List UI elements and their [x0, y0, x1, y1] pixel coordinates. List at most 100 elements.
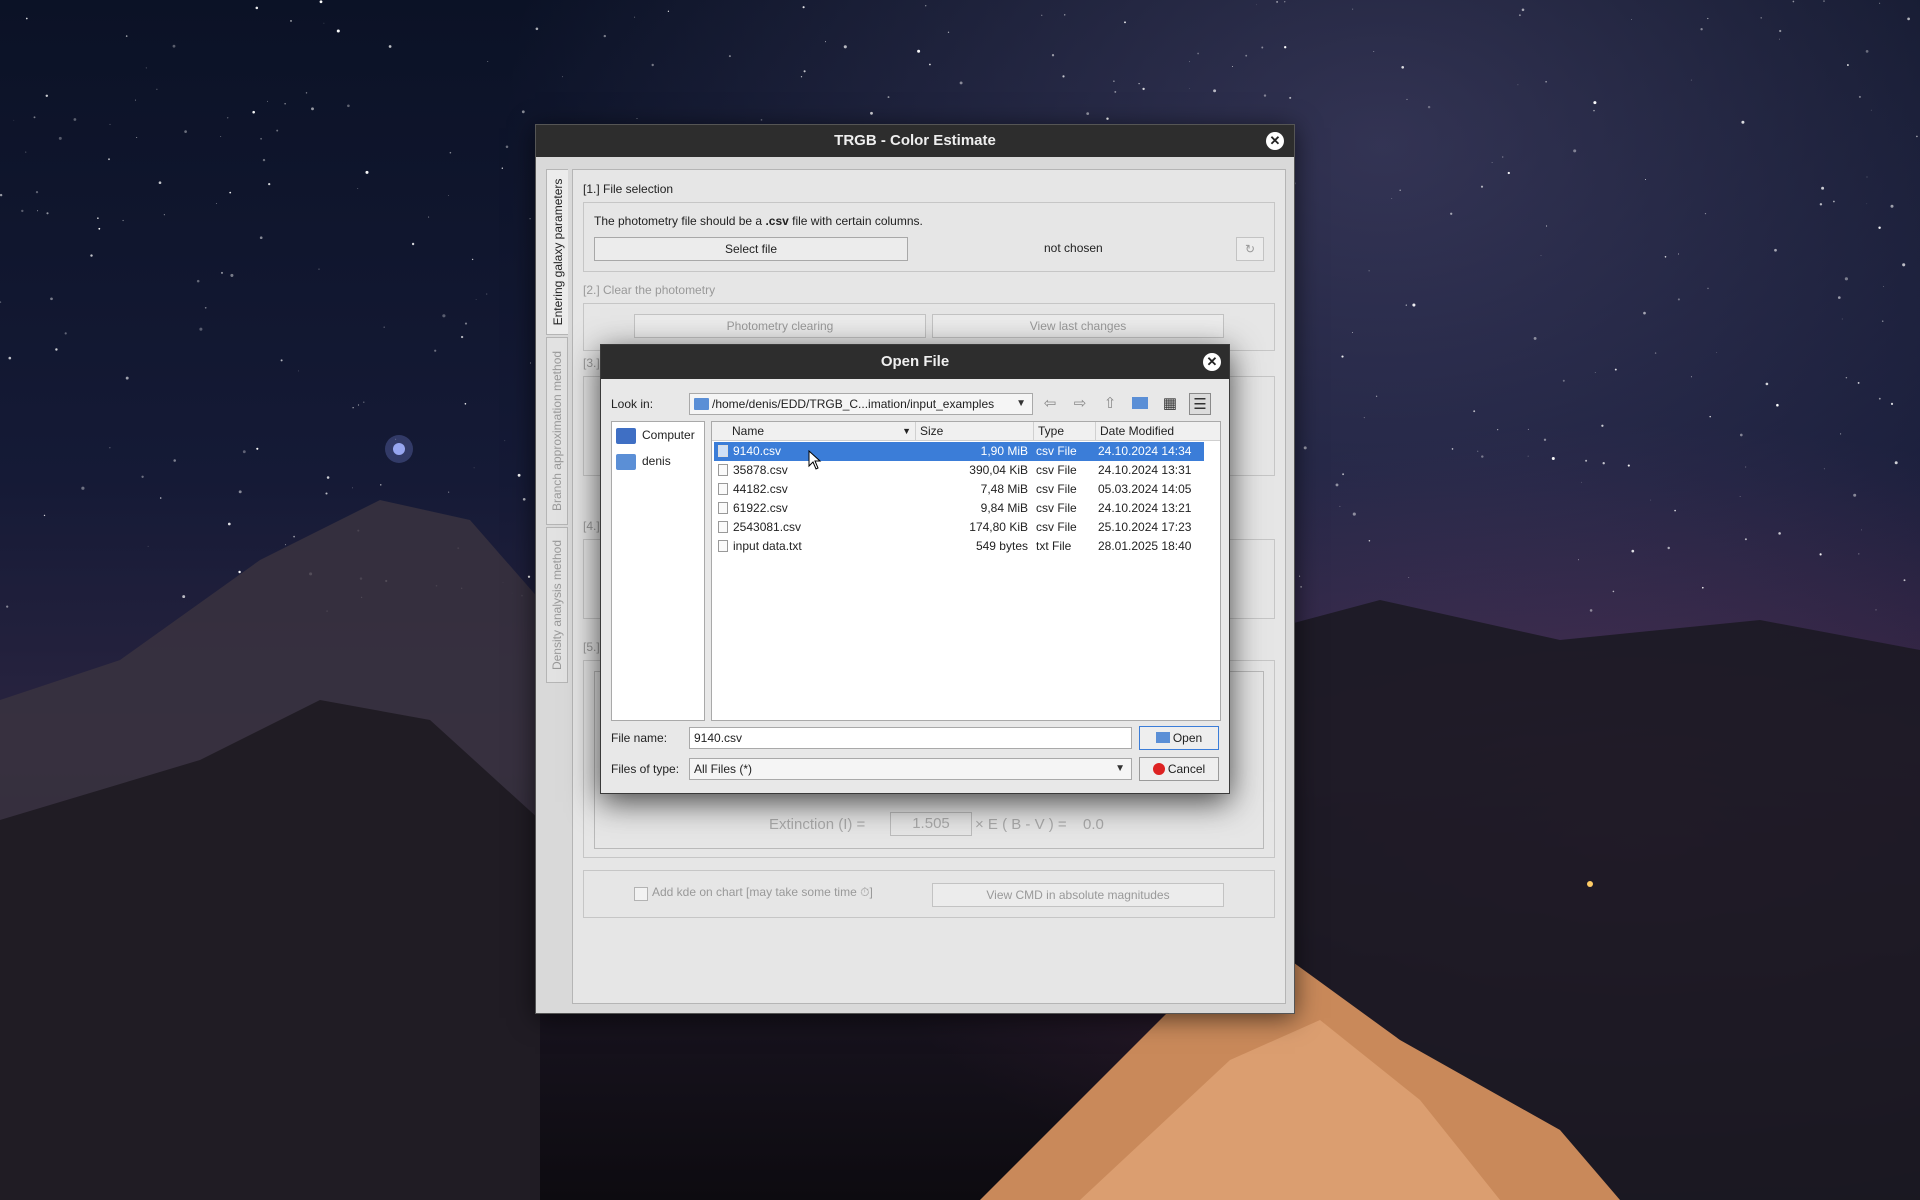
- file-name-cell: 35878.csv: [718, 461, 788, 480]
- mouse-cursor-icon: [808, 450, 822, 470]
- file-list-header: Name ▼ Size Type Date Modified: [712, 422, 1220, 441]
- sidebar-item-denis[interactable]: denis: [616, 450, 671, 472]
- file-icon: [718, 464, 728, 476]
- file-size-cell: 174,80 KiB: [969, 520, 1028, 534]
- file-size-cell: 390,04 KiB: [969, 463, 1028, 477]
- file-name-cell: 61922.csv: [718, 499, 788, 518]
- folder-icon: [616, 453, 636, 470]
- folder-icon: [1155, 732, 1170, 743]
- extinction-label: Extinction (I) =: [769, 816, 866, 833]
- list-view-icon[interactable]: ▦: [1159, 393, 1181, 415]
- file-name-input[interactable]: 9140.csv: [689, 727, 1132, 749]
- file-type-cell: txt File: [1036, 539, 1072, 553]
- file-icon: [718, 502, 728, 514]
- folder-icon: [694, 398, 709, 410]
- extinction-formula: × E ( B - V ) =: [975, 816, 1067, 833]
- kde-checkbox-label: Add kde on chart [may take some time ⏱]: [652, 885, 873, 899]
- file-size-cell: 7,48 MiB: [980, 482, 1028, 496]
- file-selection-group: The photometry file should be a .csv fil…: [583, 202, 1275, 272]
- file-size-cell: 1,90 MiB: [980, 444, 1028, 458]
- main-window-close-button[interactable]: ✕: [1266, 132, 1284, 150]
- look-in-label: Look in:: [611, 397, 654, 411]
- extinction-result: 0.0: [1083, 816, 1104, 833]
- file-row[interactable]: 61922.csv 9,84 MiB csv File 24.10.2024 13:2…: [714, 499, 1204, 518]
- main-window-titlebar: TRGB - Color Estimate ✕: [536, 125, 1294, 157]
- column-header-name[interactable]: Name ▼: [712, 422, 916, 440]
- file-row[interactable]: 2543081.csv 174,80 KiB csv File 25.10.2024 …: [714, 518, 1204, 537]
- file-row[interactable]: 35878.csv 390,04 KiB csv File 24.10.2024 13…: [714, 461, 1204, 480]
- file-name-label: File name:: [611, 731, 668, 745]
- column-header-size[interactable]: Size: [916, 422, 1034, 440]
- view-cmd-button[interactable]: View CMD in absolute magnitudes: [932, 883, 1224, 907]
- file-requirement-text: The photometry file should be a .csv fil…: [594, 214, 923, 228]
- file-name-cell: 44182.csv: [718, 480, 788, 499]
- look-in-combo[interactable]: /home/denis/EDD/TRGB_C...imation/input_e…: [689, 393, 1033, 415]
- section-3-label: [3.]: [583, 356, 600, 370]
- file-date-cell: 24.10.2024 14:34: [1098, 444, 1192, 458]
- file-date-cell: 28.01.2025 18:40: [1098, 539, 1192, 553]
- file-date-cell: 24.10.2024 13:21: [1098, 501, 1192, 515]
- file-date-cell: 05.03.2024 14:05: [1098, 482, 1192, 496]
- select-file-button[interactable]: Select file: [594, 237, 908, 261]
- tab-entering-galaxy-parameters[interactable]: Entering galaxy parameters: [546, 169, 568, 335]
- file-row[interactable]: input data.txt 549 bytes txt File 28.01.202…: [714, 537, 1204, 556]
- open-file-dialog: Open File ✕ Look in: /home/denis/EDD/TRG…: [600, 344, 1230, 794]
- files-of-type-label: Files of type:: [611, 762, 680, 776]
- new-folder-icon[interactable]: [1129, 393, 1151, 415]
- column-header-type[interactable]: Type: [1034, 422, 1096, 440]
- file-date-cell: 24.10.2024 13:31: [1098, 463, 1192, 477]
- look-in-path: /home/denis/EDD/TRGB_C...imation/input_e…: [712, 397, 995, 411]
- section-4-label: [4.]: [583, 519, 600, 533]
- file-list: Name ▼ Size Type Date Modified 9140.csv 1,…: [711, 421, 1221, 721]
- section-5-label: [5.]: [583, 640, 600, 654]
- file-name-cell: input data.txt: [718, 537, 802, 556]
- column-header-date-modified[interactable]: Date Modified: [1096, 422, 1220, 440]
- file-type-cell: csv File: [1036, 520, 1077, 534]
- places-sidebar: Computer denis: [611, 421, 705, 721]
- dialog-titlebar: Open File ✕: [601, 345, 1229, 379]
- file-type-cell: csv File: [1036, 501, 1077, 515]
- back-icon[interactable]: ⇦: [1039, 393, 1061, 415]
- tab-density-analysis-method[interactable]: Density analysis method: [546, 527, 568, 683]
- forward-icon[interactable]: ⇨: [1069, 393, 1091, 415]
- file-type-cell: csv File: [1036, 444, 1077, 458]
- chevron-down-icon: ▼: [1115, 763, 1125, 774]
- view-last-changes-button[interactable]: View last changes: [932, 314, 1224, 338]
- file-row[interactable]: 44182.csv 7,48 MiB csv File 05.03.2024 14:0…: [714, 480, 1204, 499]
- file-icon: [718, 540, 728, 552]
- kde-checkbox[interactable]: [634, 887, 648, 901]
- file-type-cell: csv File: [1036, 482, 1077, 496]
- file-name-cell: 9140.csv: [718, 442, 781, 461]
- cmd-options-group: Add kde on chart [may take some time ⏱] …: [583, 870, 1275, 918]
- file-icon: [718, 483, 728, 495]
- file-size-cell: 9,84 MiB: [980, 501, 1028, 515]
- vertical-tab-bar: Entering galaxy parameters Branch approx…: [546, 169, 568, 959]
- section-1-label: [1.] File selection: [583, 182, 674, 196]
- files-of-type-value: All Files (*): [694, 762, 753, 776]
- tab-branch-approximation-method[interactable]: Branch approximation method: [546, 337, 568, 525]
- dialog-title: Open File: [880, 353, 950, 370]
- open-button[interactable]: Open: [1139, 726, 1219, 750]
- file-date-cell: 25.10.2024 17:23: [1098, 520, 1192, 534]
- photometry-clearing-button[interactable]: Photometry clearing: [634, 314, 926, 338]
- extinction-coefficient-spinbox[interactable]: 1.505: [890, 812, 972, 836]
- file-size-cell: 549 bytes: [975, 539, 1028, 553]
- file-icon: [718, 445, 728, 457]
- main-window-title: TRGB - Color Estimate: [834, 132, 996, 149]
- section-2-label: [2.] Clear the photometry: [583, 283, 716, 297]
- sort-indicator-icon: ▼: [902, 426, 911, 436]
- refresh-icon[interactable]: ↻: [1236, 237, 1264, 261]
- file-row[interactable]: 9140.csv 1,90 MiB csv File 24.10.2024 14:34: [714, 442, 1204, 461]
- file-type-cell: csv File: [1036, 463, 1077, 477]
- cancel-button[interactable]: Cancel: [1139, 757, 1219, 781]
- file-status-label: not chosen: [1044, 241, 1103, 255]
- chevron-down-icon: ▼: [1016, 398, 1026, 409]
- detail-view-icon[interactable]: ☰: [1189, 393, 1211, 415]
- files-of-type-combo[interactable]: All Files (*) ▼: [689, 758, 1132, 780]
- dialog-close-button[interactable]: ✕: [1203, 353, 1221, 371]
- file-name-cell: 2543081.csv: [718, 518, 801, 537]
- computer-icon: [616, 427, 636, 444]
- file-icon: [718, 521, 728, 533]
- parent-directory-icon[interactable]: ⇧: [1099, 393, 1121, 415]
- sidebar-item-computer[interactable]: Computer: [616, 424, 695, 446]
